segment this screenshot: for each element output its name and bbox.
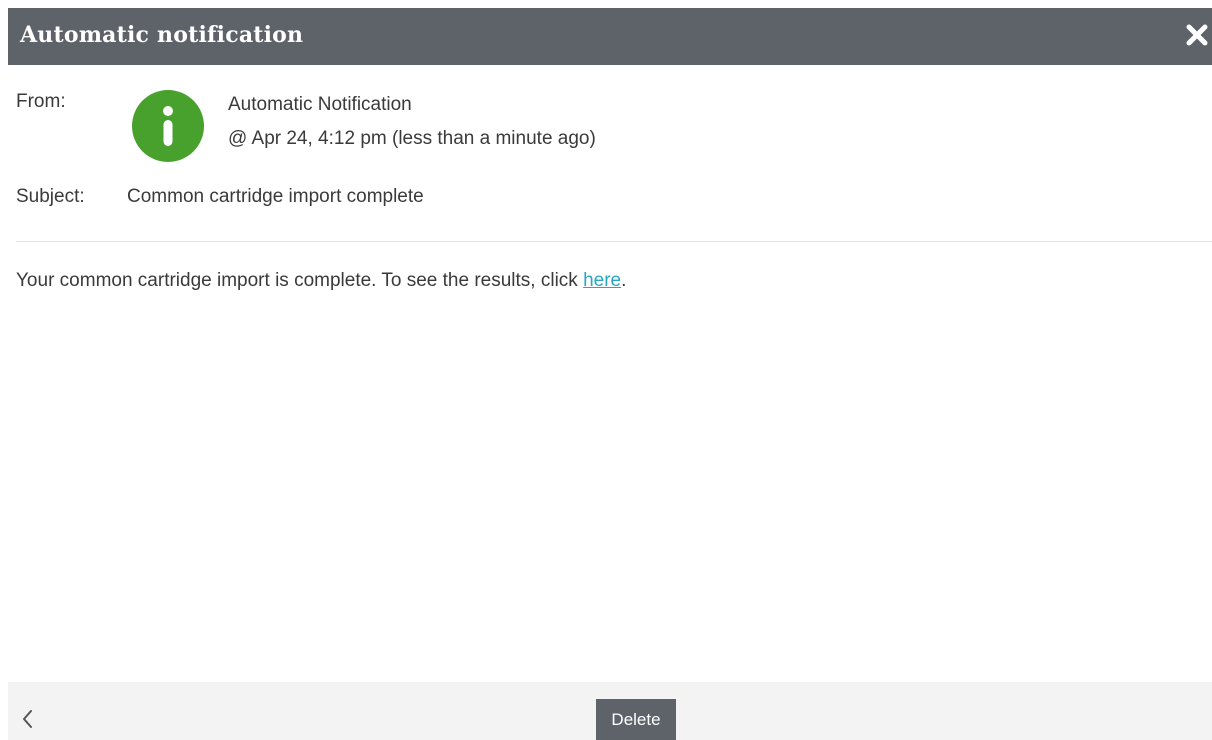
delete-button[interactable]: Delete bbox=[596, 699, 676, 740]
message-body-end: . bbox=[621, 270, 627, 291]
close-icon[interactable] bbox=[1184, 22, 1210, 48]
message-text: Your common cartridge import is complete… bbox=[16, 270, 626, 292]
chevron-left-icon[interactable] bbox=[18, 707, 38, 731]
sender-timestamp: @ Apr 24, 4:12 pm (less than a minute ag… bbox=[228, 128, 596, 149]
message-body-text: Your common cartridge import is complete… bbox=[16, 270, 584, 291]
dialog-title: Automatic notification bbox=[20, 22, 304, 48]
from-label: From: bbox=[16, 91, 66, 112]
avatar bbox=[132, 90, 204, 162]
results-link[interactable]: here bbox=[583, 270, 621, 291]
subject-label: Subject: bbox=[16, 186, 85, 207]
dialog-footer: Delete bbox=[8, 682, 1212, 740]
notification-dialog: Automatic notification From: Automatic N… bbox=[0, 0, 1212, 740]
info-icon bbox=[163, 106, 173, 146]
subject-value: Common cartridge import complete bbox=[127, 186, 424, 207]
sender-name: Automatic Notification bbox=[228, 94, 412, 115]
dialog-header: Automatic notification bbox=[8, 8, 1212, 65]
divider bbox=[16, 241, 1212, 242]
